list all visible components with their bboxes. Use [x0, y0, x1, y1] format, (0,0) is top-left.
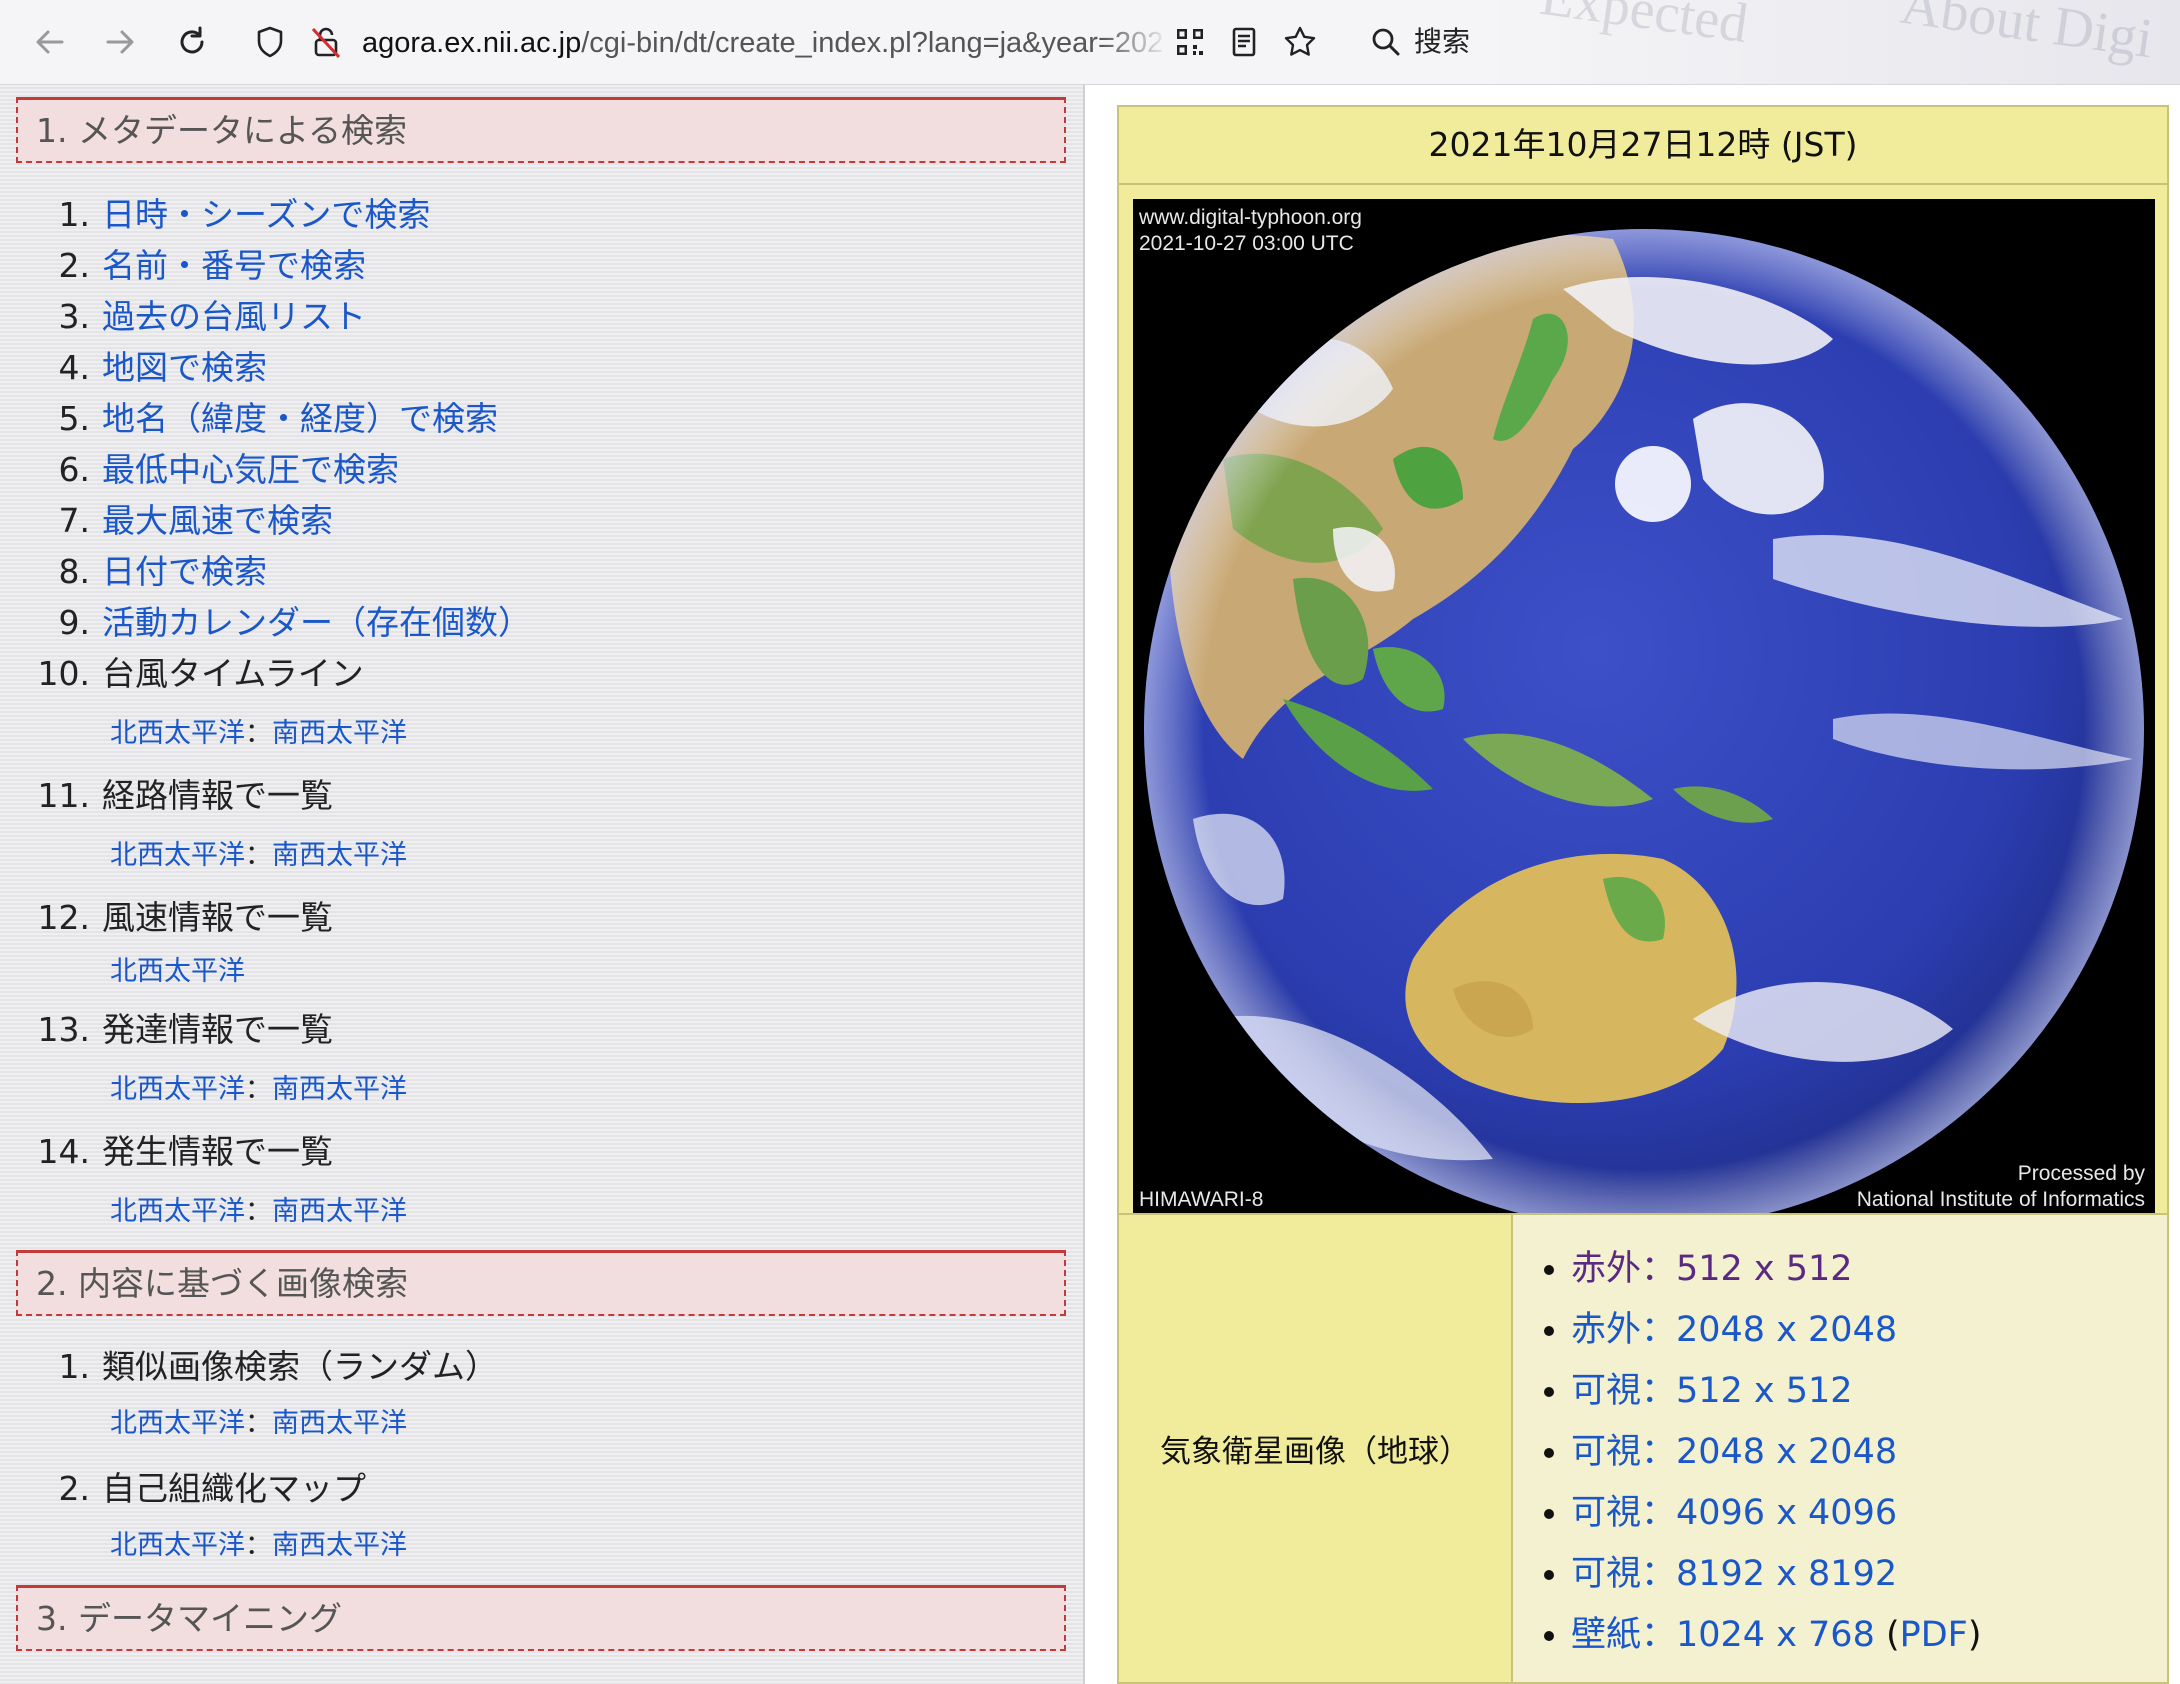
som-region-links: 北西太平洋：南西太平洋 [110, 1530, 407, 1561]
image-institute-label: National Institute of Informatics [1856, 1188, 2145, 1211]
download-vis-8192[interactable]: 可視：8192 x 8192 [1571, 1554, 1897, 1594]
wind-region-links: 北西太平洋 [110, 949, 245, 988]
similar-region-links: 北西太平洋：南西太平洋 [110, 1408, 407, 1439]
image-site-label: www.digital-typhoon.org [1139, 206, 1362, 229]
download-wallpaper[interactable]: 壁紙：1024 x 768 [1571, 1615, 1875, 1655]
menu-item-similar-image: 1. 類似画像検索（ランダム） [58, 1347, 499, 1386]
image-timestamp-label: 2021-10-27 03:00 UTC [1139, 232, 1354, 255]
section-data-mining: 3. データマイニング [16, 1585, 1066, 1651]
browser-toolbar: agora.ex.nii.ac.jp/cgi-bin/dt/create_ind… [0, 0, 2180, 85]
link-nw-pacific[interactable]: 北西太平洋 [110, 1530, 245, 1561]
reload-icon[interactable] [172, 22, 212, 62]
menu-item-som: 2. 自己組織化マップ [58, 1469, 367, 1508]
download-item: 可視：8192 x 8192 [1571, 1544, 2167, 1605]
link-sw-pacific[interactable]: 南西太平洋 [272, 1408, 407, 1439]
download-item: 可視：4096 x 4096 [1571, 1483, 2167, 1544]
menu-item-max-wind[interactable]: 7. 最大風速で検索 [30, 494, 334, 542]
menu-item-wind-list: 12. 風速情報で一覧 [37, 898, 333, 937]
download-item: 可視：2048 x 2048 [1571, 1422, 2167, 1483]
insecure-lock-icon[interactable] [306, 22, 346, 62]
shield-icon[interactable] [250, 22, 290, 62]
link-sw-pacific[interactable]: 南西太平洋 [272, 1074, 407, 1105]
download-vis-2048[interactable]: 可視：2048 x 2048 [1571, 1432, 1897, 1472]
satellite-earth-image[interactable]: www.digital-typhoon.org 2021-10-27 03:00… [1133, 199, 2155, 1221]
genesis-region-links: 北西太平洋：南西太平洋 [110, 1196, 407, 1227]
menu-item-datetime[interactable]: 1. 日時・シーズンで検索 [30, 188, 431, 236]
qr-code-icon[interactable] [1170, 22, 1210, 62]
menu-item-genesis-list: 14. 発生情報で一覧 [37, 1132, 333, 1171]
download-vis-4096[interactable]: 可視：4096 x 4096 [1571, 1493, 1897, 1533]
reader-view-icon[interactable] [1224, 22, 1264, 62]
earth-globe-graphic [1144, 229, 2144, 1221]
link-nw-pacific[interactable]: 北西太平洋 [110, 956, 245, 987]
link-nw-pacific[interactable]: 北西太平洋 [110, 1408, 245, 1439]
menu-item-past-typhoons[interactable]: 3. 過去の台風リスト [30, 290, 367, 338]
download-ir-512[interactable]: 赤外：512 x 512 [1571, 1249, 1853, 1289]
link-nw-pacific[interactable]: 北西太平洋 [110, 718, 245, 749]
menu-item-min-pressure[interactable]: 6. 最低中心気圧で検索 [30, 443, 400, 491]
search-icon[interactable] [1366, 22, 1406, 62]
menu-item-timeline: 10. 台風タイムライン [37, 654, 364, 693]
download-vis-512[interactable]: 可視：512 x 512 [1571, 1371, 1853, 1411]
url-host: agora.ex.nii.ac.jp [362, 27, 582, 59]
url-bar[interactable]: agora.ex.nii.ac.jp/cgi-bin/dt/create_ind… [362, 24, 1162, 62]
menu-item-placename[interactable]: 5. 地名（緯度・経度）で検索 [30, 392, 499, 440]
menu-item-development-list: 13. 発達情報で一覧 [37, 1010, 333, 1049]
back-arrow-icon[interactable] [30, 22, 70, 62]
menu-item-map[interactable]: 4. 地図で検索 [30, 341, 268, 389]
search-label[interactable]: 搜索 [1414, 22, 1470, 62]
download-ir-2048[interactable]: 赤外：2048 x 2048 [1571, 1310, 1897, 1350]
left-menu-panel: 1. メタデータによる検索 1. 日時・シーズンで検索 2. 名前・番号で検索 3.… [0, 85, 1085, 1684]
download-item: 赤外：2048 x 2048 [1571, 1300, 2167, 1361]
link-sw-pacific[interactable]: 南西太平洋 [272, 1530, 407, 1561]
image-processed-label: Processed by [2017, 1162, 2145, 1185]
download-item: 壁紙：1024 x 768 (PDF) [1571, 1605, 2167, 1666]
download-wallpaper-pdf[interactable]: PDF [1900, 1615, 1968, 1655]
menu-item-name-number[interactable]: 2. 名前・番号で検索 [30, 239, 367, 287]
section-metadata-search: 1. メタデータによる検索 [16, 97, 1066, 163]
track-region-links: 北西太平洋：南西太平洋 [110, 840, 407, 871]
satellite-image-row-label: 気象衛星画像（地球） [1117, 1213, 1513, 1684]
image-frame: www.digital-typhoon.org 2021-10-27 03:00… [1117, 185, 2169, 1295]
url-path: /cgi-bin/dt/create_index.pl?lang=ja&year… [581, 27, 1162, 59]
section-content-image-search: 2. 内容に基づく画像検索 [16, 1250, 1066, 1316]
ghost-text-2: About Digi [1896, 0, 2157, 71]
menu-item-track-list: 11. 経路情報で一覧 [37, 776, 333, 815]
download-item: 可視：512 x 512 [1571, 1361, 2167, 1422]
image-satellite-label: HIMAWARI-8 [1139, 1188, 1264, 1211]
download-links-cell: 赤外：512 x 512 赤外：2048 x 2048 可視：512 x 512… [1513, 1213, 2169, 1684]
link-nw-pacific[interactable]: 北西太平洋 [110, 840, 245, 871]
link-sw-pacific[interactable]: 南西太平洋 [272, 840, 407, 871]
right-image-panel: 2021年10月27日12時 (JST) www.digital-typhoon… [1085, 85, 2180, 1684]
menu-item-calendar[interactable]: 9. 活動カレンダー（存在個数） [30, 596, 532, 644]
forward-arrow-icon[interactable] [100, 22, 140, 62]
page-behind-ghost: Expected About Digi [1480, 0, 2180, 84]
image-date-heading: 2021年10月27日12時 (JST) [1117, 105, 2169, 185]
link-sw-pacific[interactable]: 南西太平洋 [272, 1196, 407, 1227]
menu-item-date[interactable]: 8. 日付で検索 [30, 545, 268, 593]
link-sw-pacific[interactable]: 南西太平洋 [272, 718, 407, 749]
development-region-links: 北西太平洋：南西太平洋 [110, 1074, 407, 1105]
download-item: 赤外：512 x 512 [1571, 1239, 2167, 1300]
download-links-list: 赤外：512 x 512 赤外：2048 x 2048 可視：512 x 512… [1513, 1215, 2167, 1666]
link-nw-pacific[interactable]: 北西太平洋 [110, 1074, 245, 1105]
url-fade [1100, 20, 1170, 64]
bookmark-star-icon[interactable] [1280, 22, 1320, 62]
ghost-text-1: Expected [1536, 0, 1752, 56]
link-nw-pacific[interactable]: 北西太平洋 [110, 1196, 245, 1227]
timeline-region-links: 北西太平洋：南西太平洋 [110, 718, 407, 749]
